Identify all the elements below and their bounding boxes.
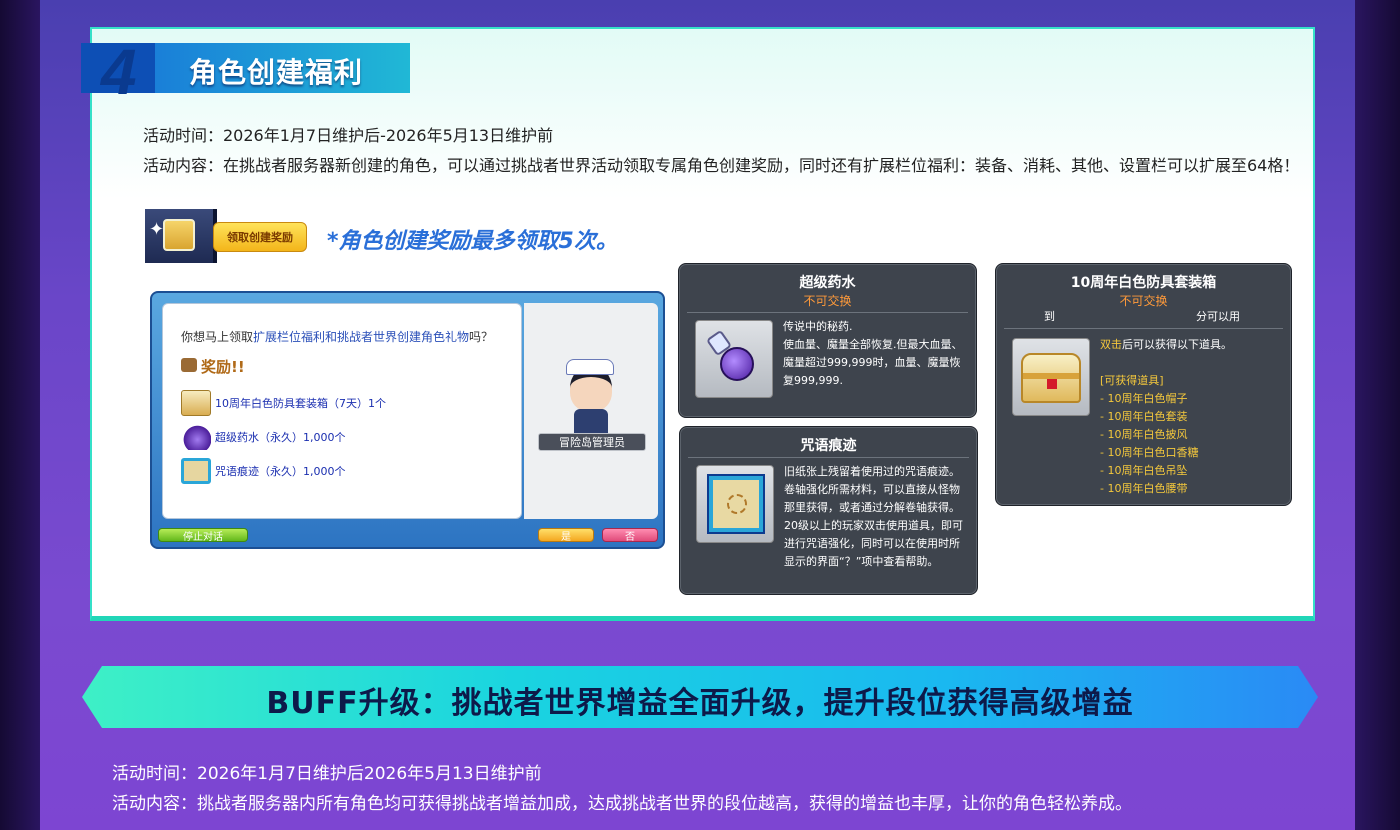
section-number: 4 [101,36,137,108]
event-content: 活动内容：在挑战者服务器新创建的角色，可以通过挑战者世界活动领取专属角色创建奖励… [143,156,1300,175]
potion-image [695,320,773,398]
period-from-label: 到 [1044,310,1055,323]
claim-reward-button[interactable]: 领取创建奖励 [213,222,307,252]
card-title: 咒语痕迹 [800,438,857,454]
buff-banner: BUFF升级：挑战者世界增益全面升级，提升段位获得高级增益 [82,666,1318,728]
sparkle-icon: ✦ [149,219,165,240]
question-prefix: 你想马上领取 [181,330,254,344]
dialog-content: 你想马上领取扩展栏位福利和挑战者世界创建角色礼物吗？ 奖励!! 10周年白色防具… [162,303,522,519]
double-click-keyword: 双击 [1100,338,1122,351]
scroll-image [696,465,774,543]
chest-gem [1047,379,1057,389]
event-time: 活动时间：2026年1月7日维护后-2026年5月13日维护前 [143,126,554,145]
chest-icon [181,390,211,416]
potion-bottle [720,347,754,381]
divider [687,312,968,313]
gift-box-icon [163,219,195,251]
list-item: - 10周年白色帽子 [1100,392,1188,405]
card-description: 旧纸张上残留着使用过的咒语痕迹。卷轴强化所需材料，可以直接从怪物那里获得，或者通… [784,465,963,568]
tooltip-super-potion: 超级药水 不可交换 传说中的秘药. 使血量、魔量全部恢复.但最大血量、魔量超过9… [678,263,977,418]
no-button[interactable]: 否 [602,528,658,543]
gift-icon: ✦ [145,209,217,263]
scroll-icon [181,458,211,484]
scroll-icon [709,476,763,532]
chest-image [1012,338,1090,416]
section-title: 角色创建福利 [189,56,364,89]
period-to-label: 分可以用 [1196,310,1240,323]
reward-title: 奖励!! [201,358,245,376]
list-item: - 10周年白色披风 [1100,428,1188,441]
description-rest: 后可以获得以下道具。 [1122,338,1232,351]
npc-portrait-area: 冒险岛管理员 [524,303,658,519]
divider [688,457,969,458]
item-list: [可获得道具] - 10周年白色帽子 - 10周年白色套装 - 10周年白色披风… [1100,372,1286,498]
yes-button[interactable]: 是 [538,528,594,543]
reward-item-label: 超级药水（永久）1,000个 [215,431,346,444]
tooltip-scroll-trace: 咒语痕迹 旧纸张上残留着使用过的咒语痕迹。卷轴强化所需材料，可以直接从怪物那里获… [679,426,978,595]
bag-icon [181,358,197,372]
banner-title: BUFF升级：挑战者世界增益全面升级，提升段位获得高级增益 [266,686,1134,721]
question-suffix: 吗？ [469,330,494,344]
section-header: 4 角色创建福利 [81,36,410,108]
list-item: - 10周年白色口香糖 [1100,446,1199,459]
item-list-title: [可获得道具] [1100,374,1164,387]
list-item: - 10周年白色吊坠 [1100,464,1188,477]
scroll-mark [727,494,747,514]
reward-item: 超级药水（永久）1,000个 [181,424,346,450]
card-description: 传说中的秘药. 使血量、魔量全部恢复.但最大血量、魔量超过999,999时，血量… [783,320,963,387]
reward-item: 10周年白色防具套装箱（7天）1个 [181,390,386,416]
npc-cap [566,359,614,375]
card-title: 超级药水 [799,275,856,291]
potion-icon [181,424,211,450]
potion-icon [705,329,762,387]
card-tradability: 不可交换 [803,294,852,308]
buff-event-content: 活动内容：挑战者服务器内所有角色均可获得挑战者增益加成，达成挑战者世界的段位越高… [112,794,1132,814]
card-description: 双击后可以获得以下道具。 [1100,336,1286,354]
chest-icon [1021,353,1081,403]
npc-dialog: 你想马上领取扩展栏位福利和挑战者世界创建角色礼物吗？ 奖励!! 10周年白色防具… [150,291,665,549]
list-item: - 10周年白色腰带 [1100,482,1188,495]
list-item: - 10周年白色套装 [1100,410,1188,423]
card-tradability: 不可交换 [1119,294,1168,308]
reward-item: 咒语痕迹（永久）1,000个 [181,458,346,484]
card-title: 10周年白色防具套装箱 [1070,275,1217,291]
reward-item-label: 10周年白色防具套装箱（7天）1个 [215,397,386,410]
question-highlight: 扩展栏位福利和挑战者世界创建角色礼物 [253,330,470,344]
claim-limit-note: *角色创建奖励最多领取5次。 [327,229,618,254]
npc-name-tag: 冒险岛管理员 [538,433,646,451]
stop-dialog-button[interactable]: 停止对话 [158,528,248,543]
reward-item-label: 咒语痕迹（永久）1,000个 [215,465,346,478]
divider [1004,328,1283,329]
tooltip-armor-chest: 10周年白色防具套装箱 不可交换 到 分可以用 双击后可以获得以下道具。 [可获… [995,263,1292,506]
dialog-question: 你想马上领取扩展栏位福利和挑战者世界创建角色礼物吗？ [181,328,493,345]
buff-event-time: 活动时间：2026年1月7日维护后2026年5月13日维护前 [112,764,542,784]
